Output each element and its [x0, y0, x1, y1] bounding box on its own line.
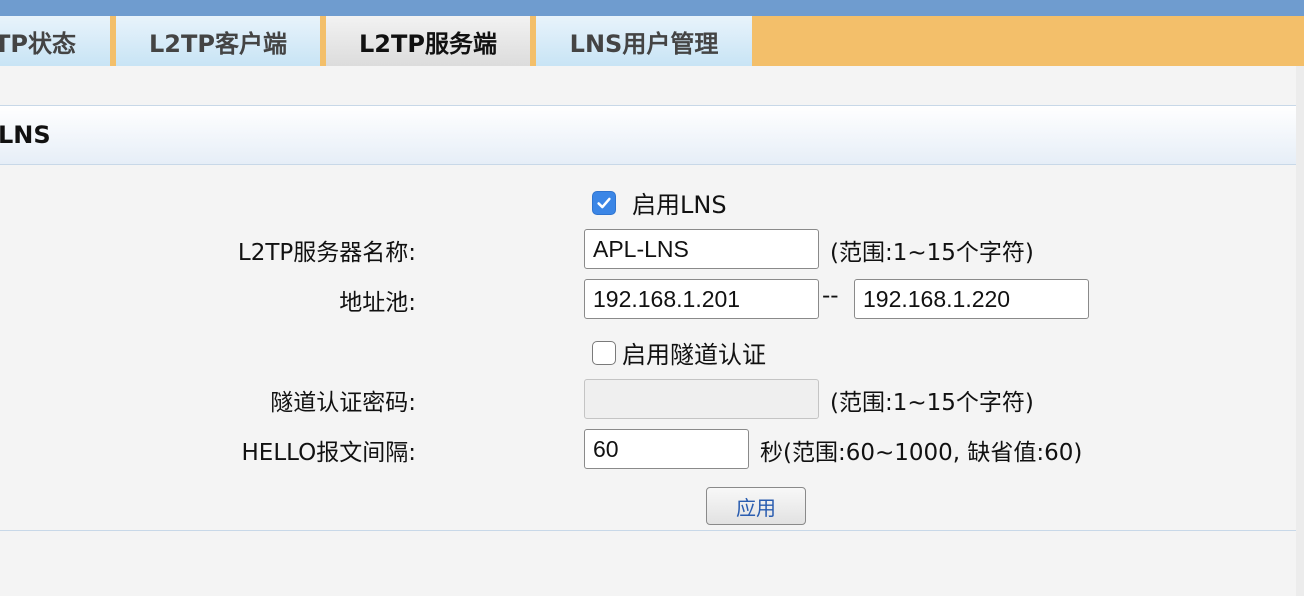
section-header: LNS — [0, 105, 1304, 165]
top-strip — [0, 0, 1304, 16]
tab-bar: TP状态 L2TP客户端 L2TP服务端 LNS用户管理 — [0, 16, 1304, 66]
hello-interval-label: HELLO报文间隔: — [241, 440, 417, 466]
address-pool-start-input[interactable] — [584, 279, 819, 319]
enable-lns-label: 启用LNS — [632, 191, 727, 219]
tunnel-password-input[interactable] — [584, 379, 819, 419]
section-title: LNS — [0, 121, 51, 149]
checkmark-icon — [597, 197, 611, 208]
server-name-hint: (范围:1~15个字符) — [830, 240, 1034, 266]
divider — [0, 530, 1304, 531]
page-root: TP状态 L2TP客户端 L2TP服务端 LNS用户管理 LNS 启用LNS L… — [0, 0, 1304, 596]
tab-l2tp-status[interactable]: TP状态 — [0, 16, 112, 66]
hello-interval-hint: 秒(范围:60~1000, 缺省值:60) — [760, 440, 1083, 466]
address-pool-separator: -- — [822, 283, 839, 309]
enable-tunnel-auth-label: 启用隧道认证 — [622, 341, 766, 369]
tab-lns-user-management[interactable]: LNS用户管理 — [536, 16, 754, 66]
hello-interval-input[interactable] — [584, 429, 749, 469]
right-edge — [1296, 66, 1304, 596]
enable-tunnel-auth-checkbox[interactable] — [592, 340, 616, 365]
tab-l2tp-server[interactable]: L2TP服务端 — [326, 16, 532, 66]
server-name-input[interactable] — [584, 229, 819, 269]
enable-lns-checkbox[interactable] — [592, 190, 616, 215]
tab-l2tp-client[interactable]: L2TP客户端 — [116, 16, 322, 66]
address-pool-end-input[interactable] — [854, 279, 1089, 319]
server-name-label: L2TP服务器名称: — [237, 240, 416, 266]
tunnel-password-hint: (范围:1~15个字符) — [830, 390, 1034, 416]
apply-button[interactable]: 应用 — [706, 487, 806, 525]
address-pool-label: 地址池: — [339, 290, 416, 316]
enable-lns-row: 启用LNS — [592, 185, 727, 220]
tunnel-password-label: 隧道认证密码: — [270, 390, 416, 416]
enable-tunnel-auth-row: 启用隧道认证 — [592, 335, 766, 370]
